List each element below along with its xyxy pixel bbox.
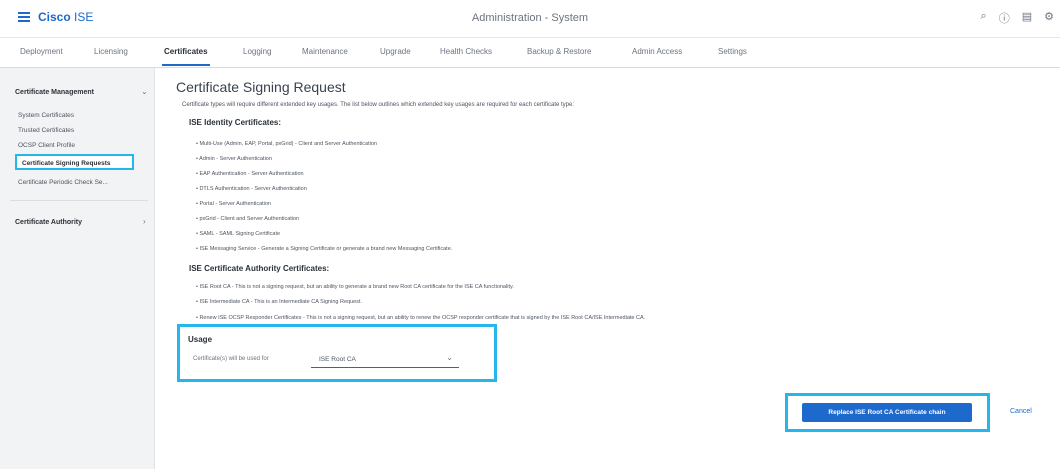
list-item: • Admin - Server Authentication <box>196 156 272 162</box>
chevron-right-icon[interactable]: › <box>143 217 146 226</box>
tab-upgrade[interactable]: Upgrade <box>380 47 411 56</box>
replace-root-ca-chain-button[interactable]: Replace ISE Root CA Certificate chain <box>802 403 972 422</box>
list-item: • EAP Authentication - Server Authentica… <box>196 171 304 177</box>
sidebar-item-certificate-signing-requests[interactable]: Certificate Signing Requests <box>15 154 134 170</box>
identity-certificates-heading: ISE Identity Certificates: <box>189 118 282 127</box>
sidebar-item-trusted-certificates[interactable]: Trusted Certificates <box>18 127 74 134</box>
list-item: • pxGrid - Client and Server Authenticat… <box>196 216 300 222</box>
list-item: • ISE Intermediate CA - This is an Inter… <box>196 299 362 305</box>
list-item: • DTLS Authentication - Server Authentic… <box>196 186 307 192</box>
top-icons: ⌕ ⓘ ▤ ⚙ <box>981 10 1054 26</box>
tab-licensing[interactable]: Licensing <box>94 47 128 56</box>
ca-certificates-heading: ISE Certificate Authority Certificates: <box>189 264 330 273</box>
cancel-button[interactable]: Cancel <box>1010 408 1032 415</box>
tab-deployment[interactable]: Deployment <box>20 47 63 56</box>
tab-backup-restore[interactable]: Backup & Restore <box>527 47 591 56</box>
dashboard-icon[interactable]: ▤ <box>1022 10 1032 26</box>
chevron-down-icon: ⌄ <box>446 353 453 362</box>
page-title: Certificate Signing Request <box>176 79 346 95</box>
usage-field-label: Certificate(s) will be used for <box>193 356 269 362</box>
tab-bar: Deployment Licensing Certificates Loggin… <box>0 38 1060 68</box>
description-text: Certificate types will require different… <box>182 102 574 108</box>
list-item: • Portal - Server Authentication <box>196 201 271 207</box>
tab-maintenance[interactable]: Maintenance <box>302 47 348 56</box>
usage-panel: Usage Certificate(s) will be used for IS… <box>177 324 497 382</box>
page-heading: Administration - System <box>471 12 589 24</box>
usage-select-value: ISE Root CA <box>319 356 356 363</box>
sidebar-divider <box>10 200 148 201</box>
tab-health-checks[interactable]: Health Checks <box>440 47 492 56</box>
list-item: • ISE Root CA - This is not a signing re… <box>196 284 514 290</box>
chevron-down-icon[interactable]: ⌄ <box>141 87 148 96</box>
list-item: • Multi-Use (Admin, EAP, Portal, pxGrid)… <box>196 141 377 147</box>
settings-icon[interactable]: ⚙ <box>1044 10 1054 26</box>
list-item: • Renew ISE OCSP Responder Certificates … <box>196 315 646 321</box>
sidebar-item-certificate-periodic-check[interactable]: Certificate Periodic Check Se... <box>18 179 108 186</box>
sidebar-item-ocsp-client-profile[interactable]: OCSP Client Profile <box>18 142 75 149</box>
usage-select[interactable]: ISE Root CA ⌄ <box>311 351 459 368</box>
list-item: • ISE Messaging Service - Generate a Sig… <box>196 246 453 252</box>
sidebar: Certificate Management ⌄ System Certific… <box>0 68 155 469</box>
usage-title: Usage <box>188 335 213 344</box>
tab-admin-access[interactable]: Admin Access <box>632 47 682 56</box>
primary-button-frame: Replace ISE Root CA Certificate chain <box>785 393 990 432</box>
list-item: • SAML - SAML Signing Certificate <box>196 231 281 237</box>
tab-certificates[interactable]: Certificates <box>162 47 210 66</box>
sidebar-section-certificate-management[interactable]: Certificate Management <box>15 89 94 96</box>
tab-logging[interactable]: Logging <box>243 47 271 56</box>
top-bar: Cisco ISE Administration - System ⌕ ⓘ ▤ … <box>0 0 1060 38</box>
help-icon[interactable]: ⓘ <box>999 10 1010 26</box>
sidebar-section-certificate-authority[interactable]: Certificate Authority <box>15 219 82 226</box>
sidebar-item-system-certificates[interactable]: System Certificates <box>18 112 74 119</box>
search-icon[interactable]: ⌕ <box>981 10 987 26</box>
tab-settings[interactable]: Settings <box>718 47 747 56</box>
